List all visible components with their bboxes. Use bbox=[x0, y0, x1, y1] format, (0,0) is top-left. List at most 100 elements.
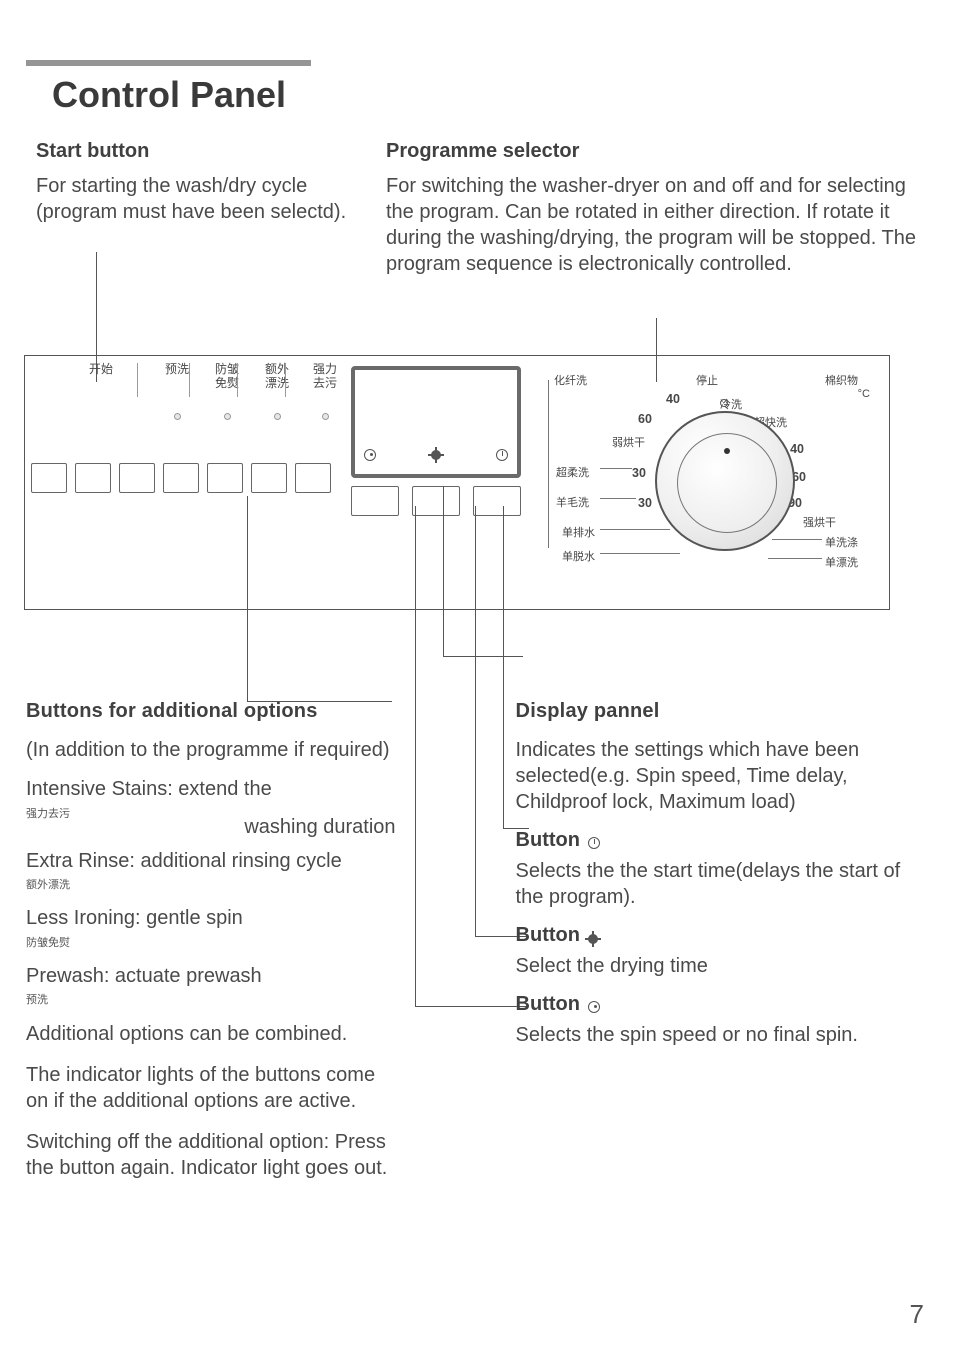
button-spin-text: Selects the spin speed or no final spin. bbox=[516, 1022, 924, 1048]
options-heading: Buttons for additional options bbox=[26, 700, 396, 723]
dial-label: 强烘干 bbox=[803, 514, 836, 530]
dial-area: 化纤洗 停止 棉织物 °C 40 60 冷洗 超快洗 弱烘干 40 超柔洗 30… bbox=[540, 366, 880, 596]
sun-icon bbox=[429, 448, 443, 462]
dial-off-marker bbox=[720, 399, 728, 407]
btn-col-3: 额外 漂洗 bbox=[253, 363, 301, 420]
btn-col-start: 开始 bbox=[77, 363, 125, 401]
button-dry-text: Select the drying time bbox=[516, 953, 924, 979]
selector-text: For switching the washer-dryer on and of… bbox=[386, 173, 924, 277]
separator bbox=[137, 363, 138, 397]
dial-knob bbox=[677, 433, 777, 533]
separator bbox=[285, 363, 286, 397]
btn-col-1: 预洗 bbox=[153, 363, 201, 420]
option-buttons-area: 开始 预洗 防皱 免熨 额外 漂洗 bbox=[31, 363, 331, 603]
options-callout: Buttons for additional options (In addit… bbox=[26, 700, 396, 1195]
physical-button bbox=[351, 486, 399, 516]
right-callouts: Display pannel Indicates the settings wh… bbox=[516, 700, 924, 1195]
btn-label: 防皱 bbox=[215, 363, 239, 377]
dial-tick: 30 bbox=[638, 496, 652, 510]
physical-button bbox=[163, 463, 199, 493]
spin-icon bbox=[363, 448, 377, 462]
display-icons bbox=[351, 448, 521, 462]
physical-button bbox=[412, 486, 460, 516]
options-active: The indicator lights of the buttons come… bbox=[26, 1062, 396, 1115]
indicator-led bbox=[224, 413, 231, 420]
option-intensive: Intensive Stains: extend the bbox=[26, 777, 396, 803]
start-text: For starting the wash/dry cycle (program… bbox=[36, 173, 356, 225]
dial-label: 单洗涤 bbox=[825, 534, 858, 550]
dial-pointer bbox=[724, 448, 730, 454]
options-intro: (In addition to the programme if require… bbox=[26, 737, 396, 763]
display-heading: Display pannel bbox=[516, 700, 924, 723]
physical-button bbox=[473, 486, 521, 516]
sun-icon bbox=[588, 927, 605, 944]
btn-col-4: 强力 去污 bbox=[301, 363, 349, 420]
btn-col-2: 防皱 免熨 bbox=[203, 363, 251, 420]
control-panel-diagram: 开始 预洗 防皱 免熨 额外 漂洗 bbox=[24, 355, 890, 610]
dial-label: 化纤洗 bbox=[554, 372, 587, 388]
page: Control Panel Start button For starting … bbox=[0, 0, 954, 1354]
selector-heading: Programme selector bbox=[386, 140, 924, 163]
button-spin-heading: Button bbox=[516, 993, 924, 1016]
start-heading: Start button bbox=[36, 140, 356, 163]
clock-icon bbox=[588, 832, 605, 849]
btn-label: 免熨 bbox=[215, 377, 239, 391]
dial-tick: 40 bbox=[666, 392, 680, 406]
dial-tick: 60 bbox=[638, 412, 652, 426]
options-combine: Additional options can be combined. bbox=[26, 1021, 396, 1047]
physical-button bbox=[251, 463, 287, 493]
indicator-led bbox=[274, 413, 281, 420]
option-rinse-sub: 额外漂洗 bbox=[26, 876, 396, 892]
indicator-led bbox=[322, 413, 329, 420]
dial-tick: 40 bbox=[790, 442, 804, 456]
option-rinse: Extra Rinse: additional rinsing cycle bbox=[26, 849, 396, 875]
option-ironing-sub: 防皱免熨 bbox=[26, 934, 396, 950]
physical-button bbox=[119, 463, 155, 493]
button-label: Button bbox=[516, 924, 580, 947]
option-intensive-cont: washing duration bbox=[26, 815, 396, 841]
button-clock-heading: Button bbox=[516, 829, 924, 852]
page-number: 7 bbox=[910, 1299, 924, 1330]
physical-button bbox=[207, 463, 243, 493]
dial-tick: 30 bbox=[632, 466, 646, 480]
btn-label: 强力 bbox=[313, 363, 337, 377]
button-label: Button bbox=[516, 993, 580, 1016]
separator bbox=[237, 363, 238, 397]
callouts: Buttons for additional options (In addit… bbox=[26, 700, 924, 1195]
dial-label: 棉织物 bbox=[825, 372, 858, 388]
option-prewash-sub: 预洗 bbox=[26, 991, 396, 1007]
header-rule bbox=[26, 60, 311, 66]
dial-label: 羊毛洗 bbox=[556, 494, 589, 510]
top-columns: Start button For starting the wash/dry c… bbox=[36, 140, 924, 295]
selector-section: Programme selector For switching the was… bbox=[386, 140, 924, 295]
clock-icon bbox=[495, 448, 509, 462]
display-text: Indicates the settings which have been s… bbox=[516, 737, 924, 815]
dial-label: 超柔洗 bbox=[556, 464, 589, 480]
button-dry-heading: Button bbox=[516, 924, 924, 947]
button-clock-text: Selects the the start time(delays the st… bbox=[516, 858, 924, 910]
dial-label: 弱烘干 bbox=[612, 434, 645, 450]
option-ironing: Less Ironing: gentle spin bbox=[26, 906, 396, 932]
dial-label: 单脱水 bbox=[562, 548, 595, 564]
page-title: Control Panel bbox=[52, 74, 924, 116]
start-section: Start button For starting the wash/dry c… bbox=[36, 140, 356, 295]
dial-label: 停止 bbox=[696, 372, 718, 388]
dial-unit: °C bbox=[858, 388, 870, 400]
dial-label: 单排水 bbox=[562, 524, 595, 540]
btn-label: 预洗 bbox=[165, 363, 189, 377]
display-buttons-row bbox=[351, 486, 521, 516]
btn-label: 开始 bbox=[89, 363, 113, 377]
button-label: Button bbox=[516, 829, 580, 852]
physical-button bbox=[295, 463, 331, 493]
physical-button bbox=[31, 463, 67, 493]
dial-label: 单漂洗 bbox=[825, 554, 858, 570]
options-off: Switching off the additional option: Pre… bbox=[26, 1129, 396, 1182]
indicator-led bbox=[174, 413, 181, 420]
spin-icon bbox=[588, 996, 605, 1013]
btn-label: 去污 bbox=[313, 377, 337, 391]
physical-buttons-row bbox=[31, 463, 331, 493]
separator bbox=[189, 363, 190, 397]
option-prewash: Prewash: actuate prewash bbox=[26, 964, 396, 990]
program-dial bbox=[655, 411, 795, 551]
physical-button bbox=[75, 463, 111, 493]
